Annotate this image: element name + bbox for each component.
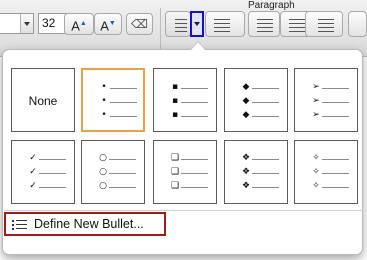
bullet-option-four-star[interactable]: ✧ ✧ ✧ (294, 140, 358, 204)
star-bullet-icon: ✧ (312, 181, 320, 191)
paragraph-group-label: Paragraph (248, 0, 295, 11)
diamond-bullet-icon: ◆ (242, 82, 250, 92)
clear-formatting-button[interactable]: ⌫ (126, 13, 153, 35)
circle-bullet-icon: ○ (99, 167, 107, 177)
circle-bullet-icon: ○ (99, 181, 107, 191)
star-bullet-icon: ✧ (312, 167, 320, 177)
arrowhead-bullet-icon: ➢ (312, 96, 320, 106)
bullet-option-four-diamond[interactable]: ❖ ❖ ❖ (224, 140, 288, 204)
circle-bullet-icon: ○ (99, 153, 107, 163)
define-new-bullet-menu-item[interactable]: Define New Bullet... (4, 212, 166, 236)
bullets-dropdown-arrow[interactable] (190, 11, 204, 37)
hollow-square-bullet-icon: ❑ (170, 181, 180, 191)
four-diamond-bullet-icon: ❖ (241, 153, 251, 163)
bullet-option-none[interactable]: None (11, 68, 75, 132)
dot-bullet-icon: • (101, 110, 107, 120)
shrink-font-button[interactable]: A▼ (94, 13, 122, 35)
bullet-option-arrowhead[interactable]: ➢ ➢ ➢ (294, 68, 358, 132)
bullet-list-icon (175, 16, 187, 35)
bullet-option-dot[interactable]: • • • (81, 68, 145, 132)
diamond-bullet-icon: ◆ (242, 96, 250, 106)
four-diamond-bullet-icon: ❖ (241, 181, 251, 191)
styles-button[interactable] (348, 11, 367, 37)
font-name-field[interactable] (0, 13, 34, 34)
font-size-value: 32 (42, 16, 56, 30)
decrease-indent-button[interactable] (248, 11, 280, 37)
bullet-option-diamond[interactable]: ◆ ◆ ◆ (224, 68, 288, 132)
decrease-indent-icon (257, 16, 273, 35)
define-new-bullet-label: Define New Bullet... (34, 217, 144, 231)
dot-bullet-icon: • (101, 96, 107, 106)
clear-formatting-icon: ⌫ (131, 17, 148, 31)
bullet-option-small-square[interactable]: ▪ ▪ ▪ (153, 68, 217, 132)
grow-font-icon: A (71, 18, 80, 34)
ribbon-divider (160, 8, 161, 54)
dot-bullet-icon: • (101, 82, 107, 92)
bullet-option-checkmark[interactable]: ✓ ✓ ✓ (11, 140, 75, 204)
bullet-list-icon (12, 219, 28, 231)
hollow-square-bullet-icon: ❑ (170, 153, 180, 163)
shrink-font-icon: A (100, 18, 109, 34)
square-bullet-icon: ▪ (171, 82, 179, 92)
line-spacing-icon (318, 16, 334, 35)
chevron-down-icon[interactable] (20, 14, 33, 33)
checkmark-bullet-icon: ✓ (29, 167, 37, 177)
bullet-option-hollow-square[interactable]: ❑ ❑ ❑ (153, 140, 217, 204)
bullets-button[interactable] (165, 11, 191, 37)
hollow-square-bullet-icon: ❑ (170, 167, 180, 177)
star-bullet-icon: ✧ (312, 153, 320, 163)
square-bullet-icon: ▪ (171, 96, 179, 106)
increase-indent-icon (289, 16, 305, 35)
menu-divider (4, 210, 363, 211)
grow-font-button[interactable]: A▲ (64, 13, 94, 35)
bullet-option-none-label: None (28, 94, 58, 108)
numbered-list-icon (214, 16, 230, 35)
arrowhead-bullet-icon: ➢ (312, 110, 320, 120)
bullet-option-hollow-circle[interactable]: ○ ○ ○ (81, 140, 145, 204)
dropdown-pointer (191, 42, 205, 50)
numbering-button[interactable] (205, 11, 245, 37)
diamond-bullet-icon: ◆ (242, 110, 250, 120)
arrowhead-bullet-icon: ➢ (312, 82, 320, 92)
checkmark-bullet-icon: ✓ (29, 181, 37, 191)
line-spacing-button[interactable] (305, 11, 343, 37)
checkmark-bullet-icon: ✓ (29, 153, 37, 163)
four-diamond-bullet-icon: ❖ (241, 167, 251, 177)
square-bullet-icon: ▪ (171, 110, 179, 120)
